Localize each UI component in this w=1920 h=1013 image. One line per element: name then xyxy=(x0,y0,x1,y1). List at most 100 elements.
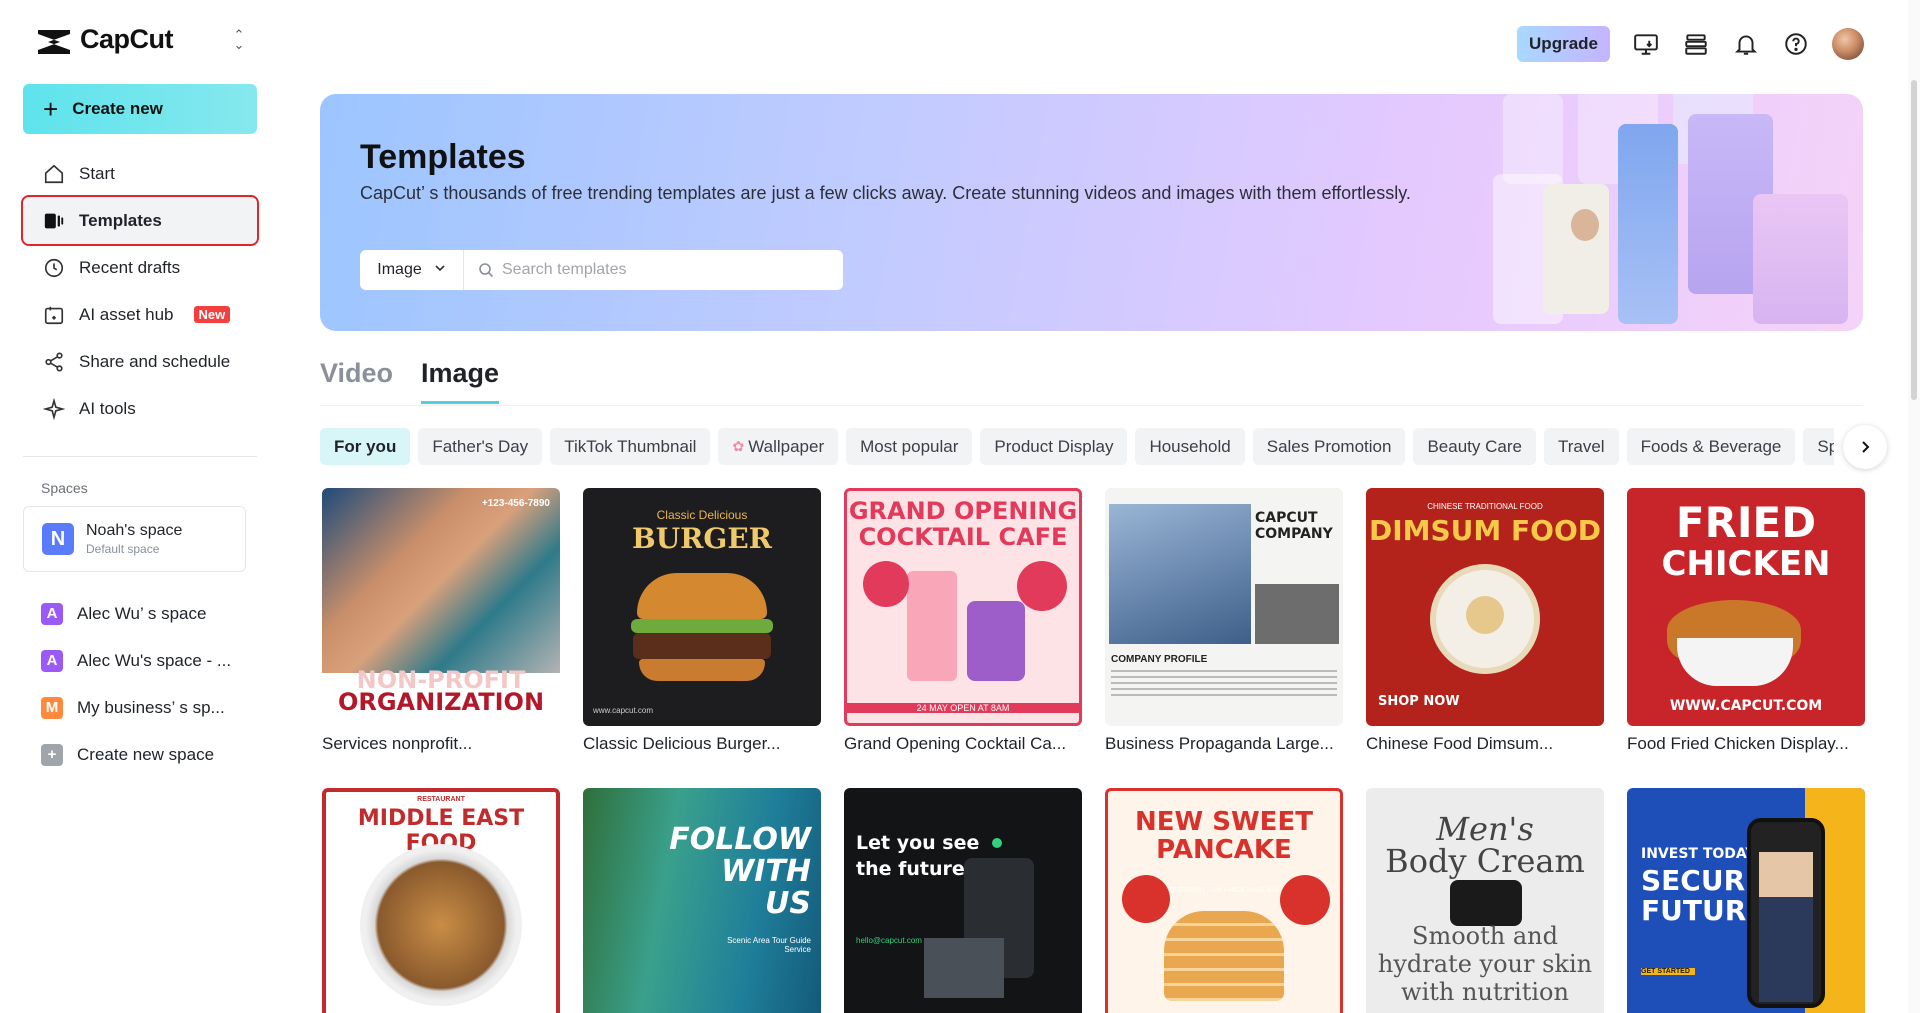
template-headline: Let you see xyxy=(856,832,980,854)
template-thumbnail[interactable]: Let you see the future. hello@capcut.com xyxy=(844,788,1082,1013)
layers-icon[interactable] xyxy=(1682,30,1710,58)
space-item[interactable]: A Alec Wu’ s space xyxy=(23,590,257,637)
chips-next-button[interactable] xyxy=(1843,425,1887,469)
capcut-logo[interactable]: CapCut xyxy=(36,24,174,55)
tab-image[interactable]: Image xyxy=(421,358,500,404)
media-type-value: Image xyxy=(377,261,422,278)
sidebar-item-share-schedule[interactable]: Share and schedule xyxy=(23,338,257,385)
template-card[interactable]: Let you see the future. hello@capcut.com xyxy=(844,788,1082,1013)
templates-hero-banner: Templates CapCut’ s thousands of free tr… xyxy=(320,94,1863,331)
chip-spring[interactable]: Spri xyxy=(1803,428,1834,465)
chip-travel[interactable]: Travel xyxy=(1543,428,1619,465)
templates-row: RESTAURANT MIDDLE EAST FOOD FOLLOW WITH … xyxy=(322,788,1865,1013)
template-small-text: CHINESE TRADITIONAL FOOD xyxy=(1427,502,1543,511)
template-title: Classic Delicious Burger... xyxy=(583,734,781,753)
search-icon xyxy=(479,263,494,278)
template-headline: COMPANY xyxy=(1255,526,1333,542)
template-thumbnail[interactable]: NEW SWEET PANCAKE DISCOUNT 70% PRICE SAL… xyxy=(1105,788,1343,1013)
template-thumbnail[interactable]: INVEST TODAY! SECURE FUTURE GET STARTED xyxy=(1627,788,1865,1013)
desktop-download-icon[interactable] xyxy=(1632,30,1660,58)
sidebar-item-ai-tools[interactable]: AI tools xyxy=(23,385,257,432)
template-title: Services nonprofit... xyxy=(322,734,473,753)
template-card[interactable]: CAPCUT COMPANY COMPANY PROFILE Business … xyxy=(1105,488,1343,754)
bell-icon[interactable] xyxy=(1732,30,1760,58)
template-headline: FRIED xyxy=(1675,498,1817,547)
space-name: Alec Wu's space - ... xyxy=(77,650,232,670)
chip-for-you[interactable]: For you xyxy=(320,428,411,465)
search-placeholder: Search templates xyxy=(502,261,627,278)
template-thumbnail[interactable]: RESTAURANT MIDDLE EAST FOOD xyxy=(322,788,560,1013)
space-item[interactable]: M My business’ s sp... xyxy=(23,684,257,731)
help-icon[interactable] xyxy=(1782,30,1810,58)
space-avatar: A xyxy=(41,649,63,672)
template-thumbnail[interactable]: Classic Delicious BURGER www.capcut.com xyxy=(583,488,821,726)
chip-sales-promotion[interactable]: Sales Promotion xyxy=(1252,428,1406,465)
chip-tiktok-thumbnail[interactable]: TikTok Thumbnail xyxy=(550,428,711,465)
upgrade-button[interactable]: Upgrade xyxy=(1517,26,1610,62)
template-card[interactable]: INVEST TODAY! SECURE FUTURE GET STARTED xyxy=(1627,788,1865,1013)
spaces-heading: Spaces xyxy=(41,480,88,496)
sidebar-item-ai-asset-hub[interactable]: AI asset hub New xyxy=(23,291,257,338)
chip-foods-beverage[interactable]: Foods & Beverage xyxy=(1626,428,1796,465)
create-new-space-button[interactable]: + Create new space xyxy=(23,731,257,778)
space-list: A Alec Wu’ s space A Alec Wu's space - .… xyxy=(23,590,257,778)
template-thumbnail[interactable]: FOLLOW WITH US Scenic Area Tour Guide Se… xyxy=(583,788,821,1013)
capcut-app: CapCut ⌃ ⌄ + Create new Start Templates R… xyxy=(0,0,1920,1013)
chip-wallpaper[interactable]: ✿ Wallpaper xyxy=(718,428,839,465)
template-thumbnail[interactable]: +123-456-7890 NON-PROFIT ORGANIZATION xyxy=(322,488,560,726)
sidebar-item-recent-drafts[interactable]: Recent drafts xyxy=(23,244,257,291)
chip-beauty-care[interactable]: Beauty Care xyxy=(1413,428,1536,465)
template-headline: NEW SWEET xyxy=(1135,807,1313,837)
media-type-select[interactable]: Image xyxy=(360,250,464,290)
template-card[interactable]: +123-456-7890 NON-PROFIT ORGANIZATION Se… xyxy=(322,488,560,754)
sidebar-item-label: AI asset hub xyxy=(79,304,174,324)
sidebar-item-label: AI tools xyxy=(79,398,136,418)
template-card[interactable]: NEW SWEET PANCAKE DISCOUNT 70% PRICE SAL… xyxy=(1105,788,1343,1013)
sidebar-item-label: Share and schedule xyxy=(79,351,231,371)
template-thumbnail[interactable]: GRAND OPENING COCKTAIL CAFE 24 MAY OPEN … xyxy=(844,488,1082,726)
template-card[interactable]: Classic Delicious BURGER www.capcut.com … xyxy=(583,488,821,754)
sidebar-item-start[interactable]: Start xyxy=(23,150,257,197)
template-headline: CHICKEN xyxy=(1661,544,1831,584)
media-tabs: Video Image xyxy=(320,358,500,404)
chip-label: Wallpaper xyxy=(748,436,825,456)
chip-fathers-day[interactable]: Father's Day xyxy=(418,428,543,465)
template-headline: US xyxy=(765,886,811,921)
template-headline: WITH xyxy=(721,854,811,889)
user-avatar[interactable] xyxy=(1832,28,1864,60)
sidebar-divider xyxy=(23,456,257,457)
workspace-switch-icon[interactable]: ⌃ ⌄ xyxy=(230,28,248,51)
template-card[interactable]: GRAND OPENING COCKTAIL CAFE 24 MAY OPEN … xyxy=(844,488,1082,754)
template-small-text: COMPANY PROFILE xyxy=(1111,654,1208,665)
sidebar-item-templates[interactable]: Templates xyxy=(21,195,259,246)
page-scrollbar[interactable] xyxy=(1908,0,1920,1013)
template-card[interactable]: CHINESE TRADITIONAL FOOD DIMSUM FOOD SHO… xyxy=(1366,488,1604,754)
chip-most-popular[interactable]: Most popular xyxy=(846,428,973,465)
template-thumbnail[interactable]: CHINESE TRADITIONAL FOOD DIMSUM FOOD SHO… xyxy=(1366,488,1604,726)
template-headline: with nutrition xyxy=(1401,978,1569,1006)
tab-video[interactable]: Video xyxy=(320,358,393,404)
chip-product-display[interactable]: Product Display xyxy=(980,428,1128,465)
template-card[interactable]: FRIED CHICKEN WWW.CAPCUT.COM Food Fried … xyxy=(1627,488,1865,754)
template-thumbnail[interactable]: CAPCUT COMPANY COMPANY PROFILE xyxy=(1105,488,1343,726)
template-headline: DIMSUM FOOD xyxy=(1368,514,1601,547)
chip-household[interactable]: Household xyxy=(1135,428,1245,465)
template-small-text: RESTAURANT xyxy=(417,796,465,803)
sidebar-item-label: Start xyxy=(79,163,115,183)
templates-grid: +123-456-7890 NON-PROFIT ORGANIZATION Se… xyxy=(322,488,1865,1013)
search-input[interactable]: Search templates xyxy=(464,261,843,279)
template-card[interactable]: FOLLOW WITH US Scenic Area Tour Guide Se… xyxy=(583,788,821,1013)
app-name: CapCut xyxy=(80,24,174,54)
template-thumbnail[interactable]: FRIED CHICKEN WWW.CAPCUT.COM xyxy=(1627,488,1865,726)
template-card[interactable]: RESTAURANT MIDDLE EAST FOOD xyxy=(322,788,560,1013)
space-item[interactable]: A Alec Wu's space - ... xyxy=(23,637,257,684)
template-headline: FOLLOW xyxy=(669,822,811,857)
template-title: Food Fried Chicken Display... xyxy=(1627,734,1849,753)
current-space-card[interactable]: N Noah's space Default space xyxy=(23,506,246,572)
create-new-button[interactable]: + Create new xyxy=(23,84,257,134)
template-headline: Smooth and xyxy=(1412,922,1558,950)
template-thumbnail[interactable]: Men's Body Cream Smooth and hydrate your… xyxy=(1366,788,1604,1013)
template-card[interactable]: Men's Body Cream Smooth and hydrate your… xyxy=(1366,788,1604,1013)
template-small-text: 24 MAY OPEN AT 8AM xyxy=(847,703,1079,713)
scrollbar-thumb[interactable] xyxy=(1911,80,1917,400)
